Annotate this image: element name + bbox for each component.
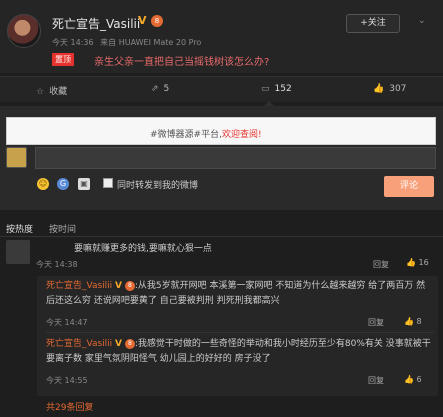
sort-by-time[interactable]: 按时间 xyxy=(49,222,76,235)
sub-like-count: 8 xyxy=(416,317,422,326)
sub-reply-button[interactable]: 回复 xyxy=(368,375,384,386)
sub-like-button[interactable]: 👍 8 xyxy=(404,317,422,326)
sub-reply-time: 今天 14:47 xyxy=(46,318,88,327)
like-count: 307 xyxy=(389,84,407,94)
comment-button[interactable]: ▭ 152 xyxy=(261,84,292,94)
favorite-button[interactable]: ☆ 收藏 xyxy=(36,84,67,97)
notice-prefix: #微博器源#平台, xyxy=(150,130,222,140)
commenter-avatar[interactable] xyxy=(6,240,30,264)
pinned-tag: 置顶 xyxy=(52,53,74,66)
follow-button[interactable]: +关注 xyxy=(346,14,400,33)
star-icon: ☆ xyxy=(36,87,45,97)
verified-badge: V xyxy=(115,281,123,291)
current-user-avatar xyxy=(6,147,27,168)
comment-icon: ▭ xyxy=(261,84,270,94)
divider xyxy=(46,332,434,333)
post-meta: 今天 14:36 来自 HUAWEI Mate 20 Pro xyxy=(52,37,201,48)
level-badge: 8 xyxy=(124,338,135,349)
sub-reply: 死亡宣告_Vasilii V 8:从我5岁就开网吧 本溪第一家网吧 不知道为什么… xyxy=(46,279,434,309)
share-icon: ⇗ xyxy=(151,84,159,94)
sub-reply-author[interactable]: 死亡宣告_Vasilii xyxy=(46,339,112,349)
notice-highlight[interactable]: 欢迎查阅! xyxy=(222,130,262,140)
sub-like-button[interactable]: 👍 6 xyxy=(404,375,422,384)
comment-text: 要嘛就赚更多的钱,要嘛就心狠一点 xyxy=(74,244,212,254)
reply-notice-box: #微博器源#平台,欢迎查阅! xyxy=(6,117,436,145)
like-icon: 👍 xyxy=(373,84,385,94)
comment-like-button[interactable]: 👍 16 xyxy=(406,258,429,267)
sort-by-hot[interactable]: 按热度 xyxy=(6,222,33,235)
sub-like-count: 6 xyxy=(416,375,422,384)
post-time: 今天 14:36 xyxy=(52,38,94,47)
chevron-down-icon[interactable]: ⌄ xyxy=(418,16,426,26)
author-name[interactable]: 死亡宣告_Vasilii xyxy=(52,15,140,32)
post-card: 死亡宣告_Vasilii V 8 今天 14:36 来自 HUAWEI Mate… xyxy=(0,0,443,73)
post-source: 来自 HUAWEI Mate 20 Pro xyxy=(100,38,202,47)
gif-icon[interactable]: G xyxy=(57,178,69,190)
like-icon: 👍 xyxy=(404,317,417,326)
submit-comment-button[interactable]: 评论 xyxy=(384,176,434,197)
more-replies-link[interactable]: 共29条回复 xyxy=(46,400,93,413)
level-badge: 8 xyxy=(124,280,135,291)
comment-count: 152 xyxy=(274,84,292,94)
sub-reply-time: 今天 14:55 xyxy=(46,376,88,385)
divider xyxy=(0,236,443,237)
repost-count: 5 xyxy=(163,84,170,94)
level-badge: 8 xyxy=(151,15,163,27)
comment-input[interactable] xyxy=(35,147,436,169)
verified-badge: V xyxy=(115,339,123,349)
sub-reply: 死亡宣告_Vasilii V 8:我感觉干时做的一些奇怪的举动和我小时经历至少有… xyxy=(46,337,434,367)
emoji-icon[interactable]: ☺ xyxy=(37,178,49,190)
post-action-bar: ☆ 收藏 ⇗ 5 ▭ 152 👍 307 xyxy=(0,76,443,102)
repost-checkbox[interactable] xyxy=(103,178,113,188)
comment-reply-button[interactable]: 回复 xyxy=(373,259,389,270)
sub-reply-author[interactable]: 死亡宣告_Vasilii xyxy=(46,281,112,291)
image-icon[interactable]: ▣ xyxy=(78,178,90,190)
verified-badge: V xyxy=(138,14,147,27)
repost-checkbox-label[interactable]: 同时转发到我的微博 xyxy=(117,178,198,191)
like-icon: 👍 xyxy=(404,375,417,384)
sub-reply-button[interactable]: 回复 xyxy=(368,317,384,328)
comment-like-count: 16 xyxy=(418,258,429,267)
author-avatar[interactable] xyxy=(7,14,41,48)
like-icon: 👍 xyxy=(406,258,419,267)
post-text: 亲生父亲一直把自己当摇钱树该怎么办? xyxy=(94,57,270,68)
reply-notice-text: #微博器源#平台,欢迎查阅! xyxy=(150,127,262,140)
favorite-label: 收藏 xyxy=(49,87,68,97)
comment-time: 今天 14:38 xyxy=(36,260,78,269)
like-button[interactable]: 👍 307 xyxy=(373,84,406,94)
repost-button[interactable]: ⇗ 5 xyxy=(151,84,169,94)
